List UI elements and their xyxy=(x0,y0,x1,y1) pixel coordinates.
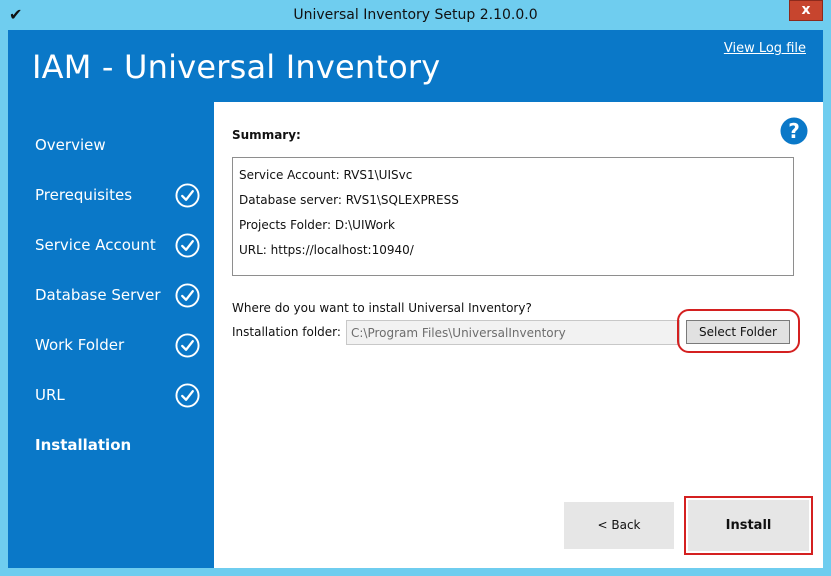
circle-check-icon xyxy=(175,233,200,258)
sidebar-item-label: Work Folder xyxy=(35,336,125,354)
sidebar-item-label: Service Account xyxy=(35,236,156,254)
summary-service-account: Service Account: RVS1\UISvc xyxy=(239,168,413,182)
sidebar-item-label: Overview xyxy=(35,136,106,154)
svg-text:?: ? xyxy=(788,119,800,143)
sidebar-item-work-folder[interactable]: Work Folder xyxy=(8,326,214,366)
window-title: Universal Inventory Setup 2.10.0.0 xyxy=(293,7,538,23)
circle-check-icon xyxy=(175,333,200,358)
close-icon: x xyxy=(801,2,811,18)
sidebar-item-url[interactable]: URL xyxy=(8,376,214,416)
circle-check-icon xyxy=(175,283,200,308)
summary-projects-folder: Projects Folder: D:\UIWork xyxy=(239,218,395,232)
window-frame-left xyxy=(0,30,8,576)
summary-database-server: Database server: RVS1\SQLEXPRESS xyxy=(239,193,459,207)
title-bar: ✔ Universal Inventory Setup 2.10.0.0 x xyxy=(0,0,831,30)
sidebar-item-label: Prerequisites xyxy=(35,186,133,204)
circle-check-icon xyxy=(175,183,200,208)
installation-folder-field[interactable] xyxy=(346,320,680,345)
main-panel: Summary: ? Service Account: RVS1\UISvc D… xyxy=(214,102,823,568)
sidebar-item-service-account[interactable]: Service Account xyxy=(8,226,214,266)
help-question-icon[interactable]: ? xyxy=(780,117,808,145)
sidebar-item-label: Database Server xyxy=(35,286,161,304)
back-button[interactable]: < Back xyxy=(564,502,674,549)
sidebar-item-label: Installation xyxy=(35,436,132,454)
sidebar-item-installation[interactable]: Installation xyxy=(8,426,214,466)
installation-folder-label: Installation folder: xyxy=(232,325,341,339)
install-button[interactable]: Install xyxy=(688,500,809,551)
install-location-question: Where do you want to install Universal I… xyxy=(232,301,532,315)
window-frame-right xyxy=(823,30,831,576)
select-folder-button[interactable]: Select Folder xyxy=(686,320,790,344)
sidebar-item-prerequisites[interactable]: Prerequisites xyxy=(8,176,214,216)
window-frame-bottom xyxy=(0,568,831,576)
summary-heading: Summary: xyxy=(232,128,301,142)
close-button[interactable]: x xyxy=(789,0,823,21)
app-title: IAM - Universal Inventory xyxy=(32,48,441,86)
sidebar: Overview Prerequisites Service Account D… xyxy=(8,102,214,568)
header-banner: IAM - Universal Inventory View Log file xyxy=(8,30,823,102)
summary-url: URL: https://localhost:10940/ xyxy=(239,243,414,257)
sidebar-item-label: URL xyxy=(35,386,65,404)
view-log-link[interactable]: View Log file xyxy=(724,41,806,56)
summary-box: Service Account: RVS1\UISvc Database ser… xyxy=(232,157,794,276)
circle-check-icon xyxy=(175,383,200,408)
sidebar-item-database-server[interactable]: Database Server xyxy=(8,276,214,316)
sidebar-item-overview[interactable]: Overview xyxy=(8,126,214,166)
